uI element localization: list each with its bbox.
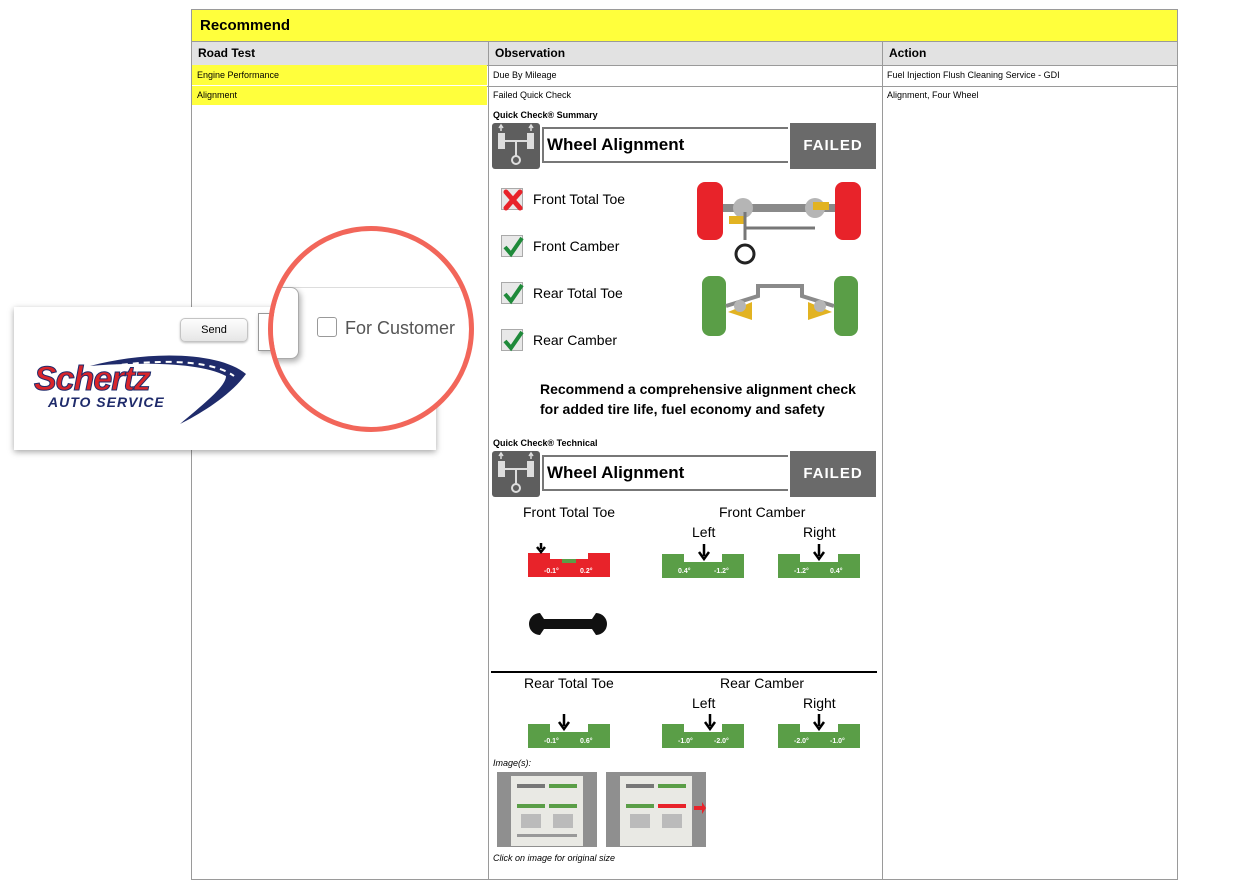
recommendation-text: Recommend a comprehensive alignment chec… (540, 381, 856, 417)
zoom-callout: For Customer (268, 226, 474, 432)
technical-label: Quick Check® Technical (493, 438, 598, 448)
axle-icon (492, 123, 540, 169)
rear-camber-right-gauge: -2.0° -1.0° (778, 712, 860, 748)
rear-total-toe-gauge: -0.1° 0.6° (528, 712, 610, 748)
summary-title: Wheel Alignment (542, 127, 788, 163)
report-thumbnail-1[interactable] (497, 772, 597, 847)
rear-camber-right-label: Right (803, 695, 836, 711)
pass-check-icon (501, 235, 524, 258)
col-header-action: Action (883, 42, 1177, 66)
front-axle-illustration (695, 178, 865, 266)
table-title: Recommend (192, 10, 1177, 42)
rear-camber-label: Rear Camber (720, 675, 805, 691)
logo-sub-text: AUTO SERVICE (48, 394, 165, 410)
images-label: Image(s): (493, 758, 532, 768)
technical-title: Wheel Alignment (542, 455, 788, 491)
rear-camber-left-gauge: -1.0° -2.0° (662, 712, 744, 748)
front-total-toe-gauge: -0.1° 0.2° (528, 541, 610, 577)
pass-check-icon (501, 329, 524, 352)
technical-header: Wheel Alignment FAILED (492, 451, 876, 497)
rear-axle-illustration (700, 274, 860, 338)
rear-camber-left-label: Left (692, 695, 716, 711)
pass-check-icon (501, 282, 524, 305)
front-camber-right-label: Right (803, 524, 836, 540)
for-customer-checkbox[interactable] (317, 317, 337, 337)
divider (491, 671, 877, 673)
col-header-road-test: Road Test (192, 42, 489, 66)
summary-header: Wheel Alignment FAILED (492, 123, 876, 169)
front-total-toe-label: Front Total Toe (523, 504, 616, 520)
observation-cell: Failed Quick Check (493, 90, 572, 100)
schertz-logo: Schertz AUTO SERVICE (30, 352, 250, 424)
table-row: Engine Performance (192, 65, 487, 85)
wrench-icon (526, 609, 610, 639)
road-test-cell: Alignment (197, 90, 238, 100)
summary-status-badge: FAILED (790, 123, 876, 169)
for-customer-label: For Customer (345, 318, 456, 338)
observation-cell: Due By Mileage (493, 70, 557, 80)
report-thumbnail-2[interactable] (606, 772, 706, 847)
road-test-cell: Engine Performance (197, 70, 280, 80)
table-row: Alignment (192, 86, 487, 105)
axle-icon (492, 451, 540, 497)
front-camber-left-label: Left (692, 524, 716, 540)
technical-status-badge: FAILED (790, 451, 876, 497)
front-camber-left-gauge: 0.4° -1.2° (662, 542, 744, 578)
fail-x-icon (501, 188, 523, 211)
summary-label: Quick Check® Summary (493, 110, 598, 120)
front-camber-right-gauge: -1.2° 0.4° (778, 542, 860, 578)
send-button[interactable]: Send (180, 318, 248, 342)
rear-total-toe-label: Rear Total Toe (524, 675, 614, 691)
action-cell: Alignment, Four Wheel (887, 90, 979, 100)
images-caption: Click on image for original size (493, 853, 616, 863)
front-camber-label: Front Camber (719, 504, 806, 520)
col-header-observation: Observation (489, 42, 883, 66)
action-cell: Fuel Injection Flush Cleaning Service - … (887, 70, 1060, 80)
